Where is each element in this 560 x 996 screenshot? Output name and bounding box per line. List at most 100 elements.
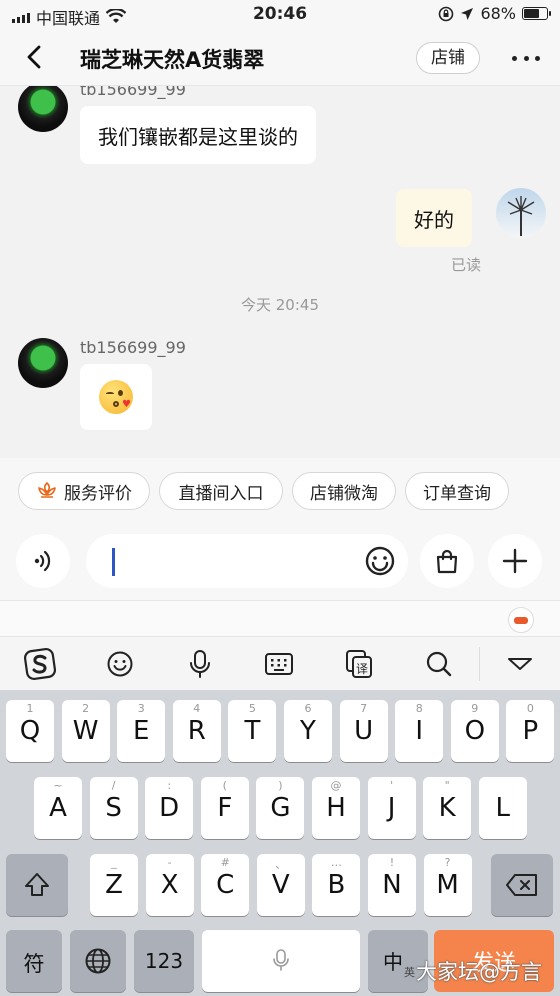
key-sublabel: 2 — [82, 702, 90, 715]
key-label: A — [49, 793, 67, 823]
key-y[interactable]: 6Y — [284, 700, 332, 762]
key-h[interactable]: @ H — [312, 777, 360, 839]
key-k[interactable]: " K — [423, 777, 472, 839]
key-o[interactable]: 9O — [450, 700, 499, 762]
message-bubble[interactable]: 我们镶嵌都是这里谈的 — [80, 106, 316, 164]
key-d[interactable]: :D — [145, 777, 194, 839]
key-sublabel: - — [167, 856, 172, 869]
key-sublabel: ' — [390, 779, 394, 792]
key-label: I — [415, 716, 424, 746]
key-w[interactable]: 2W — [61, 700, 110, 762]
smile-icon[interactable] — [364, 545, 396, 577]
key-f[interactable]: (F — [200, 777, 249, 839]
chip-label: 订单查询 — [423, 483, 491, 504]
shop-button[interactable]: 店铺 — [416, 42, 480, 74]
shop-avatar[interactable] — [18, 338, 68, 388]
text-caret — [112, 548, 115, 576]
order-query-button[interactable]: 订单查询 — [405, 472, 509, 510]
voice-icon — [34, 550, 51, 572]
key-v[interactable]: 、 V — [256, 854, 305, 916]
key-label: W — [72, 716, 99, 746]
key-sublabel: ? — [444, 856, 451, 869]
space-key[interactable] — [202, 930, 360, 992]
key-a[interactable]: ~ A — [34, 777, 82, 839]
search-icon[interactable] — [421, 647, 457, 681]
page-title: 瑞芝琳天然A货翡翠 — [80, 48, 265, 72]
keyboard-icon[interactable] — [261, 647, 297, 681]
key-c[interactable]: # C — [201, 854, 250, 916]
key-label: O — [464, 716, 486, 746]
key-s[interactable]: / S — [89, 777, 138, 839]
key-label: 符 — [23, 952, 45, 976]
message-input[interactable] — [86, 534, 408, 588]
voice-button[interactable] — [16, 534, 70, 588]
collapse-icon[interactable] — [502, 647, 538, 681]
backspace-key[interactable] — [491, 854, 553, 916]
sender-name: tb156699_99 — [80, 86, 186, 99]
key-j[interactable]: ' J — [367, 777, 416, 839]
key-label: E — [132, 716, 150, 746]
key-sublabel: 7 — [360, 702, 368, 715]
emoji-icon[interactable] — [102, 647, 138, 681]
key-n[interactable]: ! N — [368, 854, 416, 916]
chevron-left-icon[interactable] — [20, 42, 50, 72]
message-list[interactable]: tb156699_99 我们镶嵌都是这里谈的 好的 已读 今天 20:45 tb… — [0, 86, 560, 458]
shift-key[interactable] — [6, 854, 68, 916]
key-q[interactable]: 1Q — [6, 700, 54, 762]
user-avatar[interactable] — [496, 188, 546, 238]
plus-button[interactable] — [488, 534, 542, 588]
chip-label: 店铺微淘 — [310, 483, 378, 504]
key-sublabel: ( — [222, 779, 227, 792]
key-sublabel: : — [167, 779, 172, 792]
key-label: D — [159, 793, 180, 823]
shop-weitao-button[interactable]: 店铺微淘 — [292, 472, 396, 510]
numbers-key[interactable]: 123 — [134, 930, 194, 992]
status-right: 68% — [438, 4, 551, 23]
shopping-bag-button[interactable] — [420, 534, 474, 588]
key-label: K — [438, 793, 456, 823]
key-label: S — [105, 793, 122, 823]
key-x[interactable]: -X — [145, 854, 194, 916]
key-t[interactable]: 5T — [228, 700, 277, 762]
backspace-icon — [506, 874, 537, 896]
more-dots-icon[interactable] — [508, 44, 544, 72]
key-sublabel: 9 — [471, 702, 479, 715]
key-g[interactable]: ) G — [256, 777, 305, 839]
location-icon — [461, 7, 474, 20]
key-r[interactable]: 4R — [172, 700, 221, 762]
shop-avatar[interactable] — [18, 86, 68, 132]
key-sublabel: _ — [111, 856, 117, 869]
key-z[interactable]: _ Z — [90, 854, 138, 916]
kissing-heart-emoji-icon: ♥ — [99, 380, 133, 414]
sender-name: tb156699_99 — [80, 338, 186, 357]
key-label: U — [354, 716, 374, 746]
message-bubble-mine[interactable]: 好的 — [396, 189, 472, 247]
keyboard: 1Q2W3E4R5T6Y7U8I9O0P ~ A / S: D(F) G @ H ' J " K L _… — [0, 690, 560, 996]
sogou-logo-icon[interactable] — [22, 647, 58, 681]
key-i[interactable]: 8I — [395, 700, 444, 762]
key-p[interactable]: 0P — [506, 700, 555, 762]
key-m[interactable]: ? M — [423, 854, 472, 916]
ime-mascot-icon[interactable] — [508, 607, 534, 633]
key-sublabel: 5 — [248, 702, 256, 715]
key-u[interactable]: 7U — [339, 700, 388, 762]
symbol-key[interactable]: 符 — [6, 930, 62, 992]
key-sublabel: ! — [389, 856, 395, 869]
key-l[interactable]: L — [478, 777, 527, 839]
shift-icon — [25, 873, 49, 896]
key-label: R — [187, 716, 206, 746]
key-sublabel: 1 — [26, 702, 34, 715]
key-label: Y — [300, 716, 316, 746]
service-rating-button[interactable]: 服务评价 — [18, 472, 150, 510]
translate-icon[interactable]: 译 — [341, 647, 377, 681]
message-bubble-emoji[interactable]: ♥ — [80, 364, 152, 430]
battery-icon — [522, 7, 551, 20]
microphone-icon[interactable] — [182, 647, 218, 681]
key-b[interactable]: … B — [312, 854, 361, 916]
key-label: V — [271, 870, 290, 900]
key-sublabel: # — [220, 856, 230, 869]
globe-key[interactable] — [70, 930, 126, 992]
live-room-button[interactable]: 直播间入口 — [159, 472, 283, 510]
key-e[interactable]: 3E — [117, 700, 166, 762]
key-label: C — [216, 870, 235, 900]
